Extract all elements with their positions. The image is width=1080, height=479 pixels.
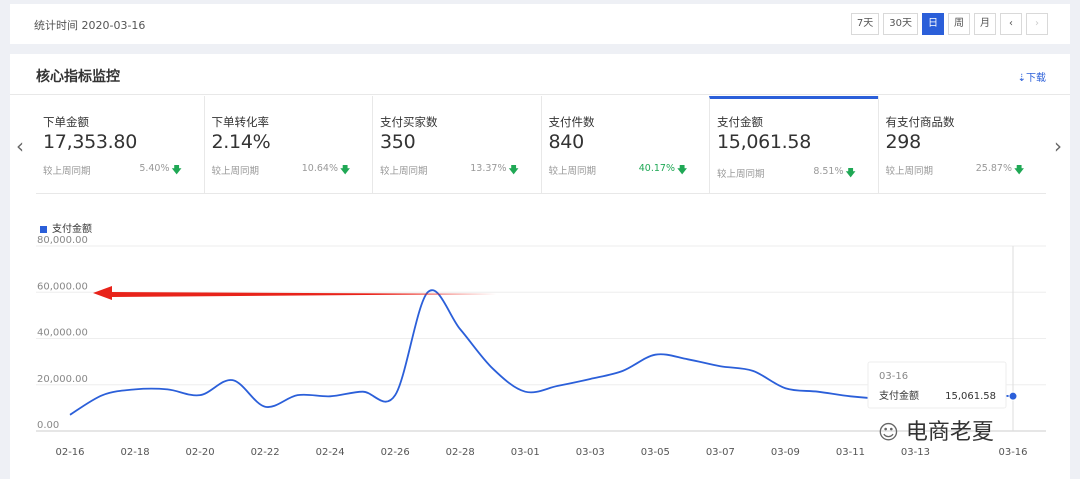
watermark: ☺ 电商老夏 xyxy=(878,414,994,446)
watermark-text: 电商老夏 xyxy=(905,420,994,445)
y-tick-label: 20,000.00 xyxy=(37,374,88,385)
data-point xyxy=(1008,391,1018,401)
y-tick-label: 0.00 xyxy=(37,420,59,431)
tooltip-value: 15,061.58 xyxy=(945,391,996,402)
x-tick-label: 02-20 xyxy=(186,447,215,458)
x-tick-label: 02-26 xyxy=(381,447,410,458)
x-tick-label: 03-11 xyxy=(836,447,865,458)
y-tick-label: 40,000.00 xyxy=(37,328,88,339)
x-tick-label: 03-09 xyxy=(771,447,800,458)
x-tick-label: 02-24 xyxy=(316,447,345,458)
tooltip-date: 03-16 xyxy=(879,371,908,382)
x-tick-label: 02-18 xyxy=(121,447,150,458)
annotation-arrow xyxy=(93,286,496,300)
y-tick-label: 60,000.00 xyxy=(37,281,88,292)
x-tick-label: 03-16 xyxy=(998,447,1027,458)
x-tick-label: 02-16 xyxy=(55,447,84,458)
tooltip-label: 支付金额 xyxy=(879,389,919,402)
wechat-icon: ☺ xyxy=(878,420,899,444)
x-tick-label: 03-07 xyxy=(706,447,735,458)
x-tick-label: 03-13 xyxy=(901,447,930,458)
x-tick-label: 02-22 xyxy=(251,447,280,458)
x-tick-label: 03-05 xyxy=(641,447,670,458)
line-chart[interactable]: 80,000.00 60,000.00 40,000.00 20,000.00 0.00… xyxy=(0,0,1080,479)
y-tick-label: 80,000.00 xyxy=(37,235,88,246)
x-tick-label: 03-03 xyxy=(576,447,605,458)
x-tick-label: 02-28 xyxy=(446,447,475,458)
x-tick-label: 03-01 xyxy=(511,447,540,458)
